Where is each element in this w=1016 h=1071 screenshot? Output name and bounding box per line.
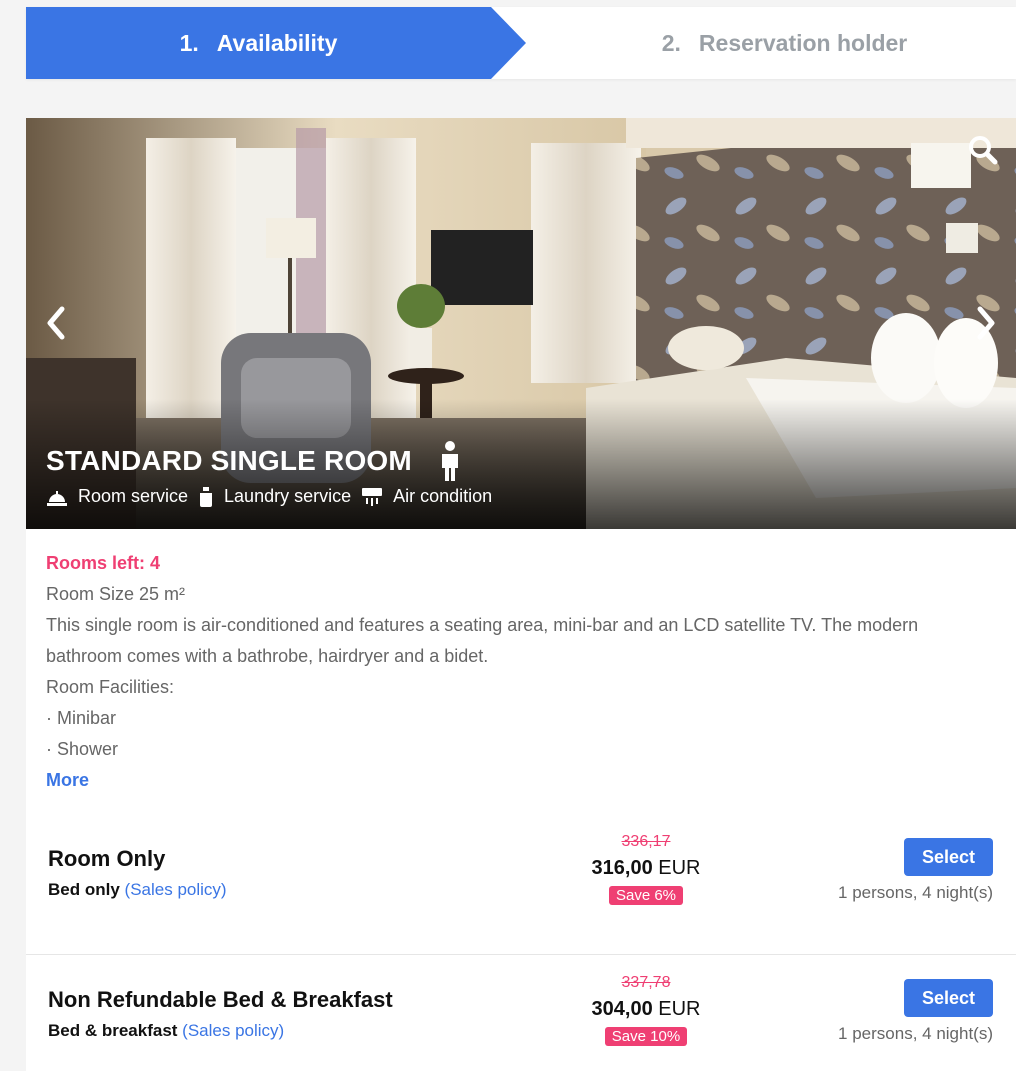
price-currency: EUR [658, 857, 701, 879]
old-price: 337,78 [621, 974, 671, 991]
booking-stepper: 1. Availability 2. Reservation holder [26, 7, 1016, 79]
price-amount: 316,00 [591, 857, 653, 879]
price-amount: 304,00 [591, 998, 653, 1020]
board-type: Bed only [48, 880, 120, 899]
room-details: Rooms left: 4 Room Size 25 m² This singl… [46, 548, 996, 796]
step-number: 2. [661, 29, 681, 56]
sales-policy-link[interactable]: (Sales policy) [182, 1021, 284, 1040]
air-conditioner-icon [362, 487, 383, 506]
sales-policy-link[interactable]: (Sales policy) [125, 880, 227, 899]
amenity-air-condition: Air condition [361, 486, 492, 507]
chevron-right-icon[interactable] [972, 303, 1002, 343]
occupancy-info: 1 persons, 4 night(s) [838, 1024, 993, 1043]
step-reservation-holder[interactable]: 2. Reservation holder [553, 7, 1016, 79]
facilities-heading: Room Facilities: [46, 677, 175, 697]
person-icon [441, 441, 458, 481]
current-price: 316,00 EUR [566, 854, 726, 882]
amenity-label: Air condition [393, 486, 493, 506]
more-link[interactable]: More [46, 765, 89, 796]
current-price: 304,00 EUR [566, 995, 726, 1023]
occupancy-info: 1 persons, 4 night(s) [838, 883, 993, 902]
rate-name: Non Refundable Bed & Breakfast [48, 987, 393, 1012]
service-bell-icon [47, 490, 67, 506]
save-badge: Save 6% [608, 886, 684, 905]
room-card: STANDARD SINGLE ROOM Room service Laundr… [26, 118, 1016, 1071]
rate-board: Bed & breakfast (Sales policy) [48, 1021, 284, 1041]
room-title-row: STANDARD SINGLE ROOM [46, 440, 464, 482]
amenity-room-service: Room service [46, 486, 188, 507]
chevron-left-icon[interactable] [40, 303, 70, 343]
price-block: 336,17 316,00 EUR Save 6% [566, 832, 726, 905]
board-type: Bed & breakfast [48, 1021, 178, 1040]
laundry-bag-icon [200, 486, 213, 507]
rate-name: Room Only [48, 846, 166, 871]
room-title: STANDARD SINGLE ROOM [46, 445, 412, 476]
facility-item: · Shower [46, 739, 119, 759]
step-label: Reservation holder [698, 29, 908, 56]
step-number: 1. [179, 29, 199, 56]
amenity-label: Laundry service [224, 486, 352, 506]
select-button[interactable]: Select [904, 979, 993, 1017]
amenities-list: Room service Laundry service Air conditi… [46, 486, 502, 507]
price-block: 337,78 304,00 EUR Save 10% [566, 973, 726, 1046]
step-availability-label-wrap: 1. Availability [26, 7, 491, 79]
amenity-laundry-service: Laundry service [198, 486, 351, 507]
room-size: Room Size 25 m² [46, 584, 186, 604]
room-photo-carousel[interactable]: STANDARD SINGLE ROOM Room service Laundr… [26, 118, 1016, 529]
room-description: This single room is air-conditioned and … [46, 615, 919, 666]
rate-option: Non Refundable Bed & Breakfast Bed & bre… [26, 954, 1016, 1071]
rate-option: Room Only Bed only (Sales policy) 336,17… [26, 816, 1016, 956]
facility-item: · Minibar [46, 708, 117, 728]
amenity-label: Room service [78, 486, 189, 506]
step-availability[interactable]: 1. Availability [26, 7, 526, 79]
rooms-left: Rooms left: 4 [46, 553, 161, 573]
step-label: Availability [216, 29, 338, 56]
price-currency: EUR [658, 998, 701, 1020]
search-icon[interactable] [967, 134, 999, 166]
rate-board: Bed only (Sales policy) [48, 880, 227, 900]
old-price: 336,17 [621, 833, 671, 850]
save-badge: Save 10% [604, 1027, 688, 1046]
select-button[interactable]: Select [904, 838, 993, 876]
